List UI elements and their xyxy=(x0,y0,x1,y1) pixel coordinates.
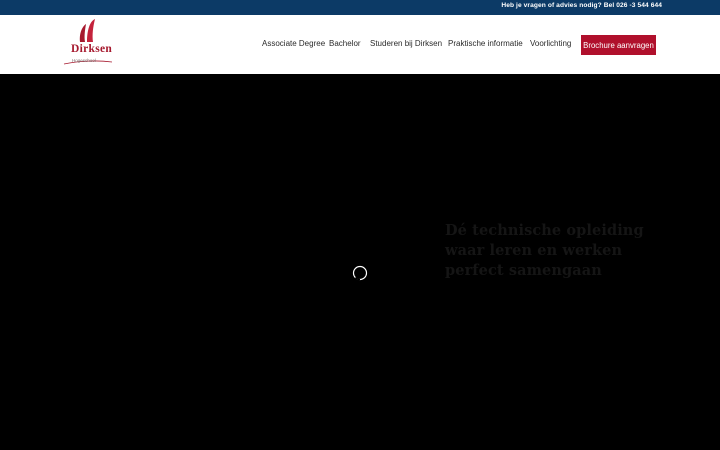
nav-item-voorlichting[interactable]: Voorlichting xyxy=(530,39,571,48)
nav-item-associate-degree[interactable]: Associate Degree xyxy=(262,39,325,48)
hero-video-section[interactable]: Dé technische opleiding waar leren en we… xyxy=(0,74,720,450)
brochure-request-button[interactable]: Brochure aanvragen xyxy=(581,35,656,55)
nav-item-praktische-informatie[interactable]: Praktische informatie xyxy=(448,39,523,48)
nav-item-studeren-bij-dirksen[interactable]: Studeren bij Dirksen xyxy=(370,39,442,48)
hero-headline: Dé technische opleiding waar leren en we… xyxy=(445,222,644,279)
loading-spinner-icon xyxy=(352,265,368,281)
nav-item-bachelor[interactable]: Bachelor xyxy=(329,39,361,48)
site-header: Dirksen Hogeschool Associate Degree Bach… xyxy=(0,15,720,74)
contact-phone-text[interactable]: Heb je vragen of advies nodig? Bel 026 -… xyxy=(501,2,662,9)
main-navigation: Associate Degree Bachelor Studeren bij D… xyxy=(0,15,720,74)
top-info-bar: Heb je vragen of advies nodig? Bel 026 -… xyxy=(0,0,720,15)
